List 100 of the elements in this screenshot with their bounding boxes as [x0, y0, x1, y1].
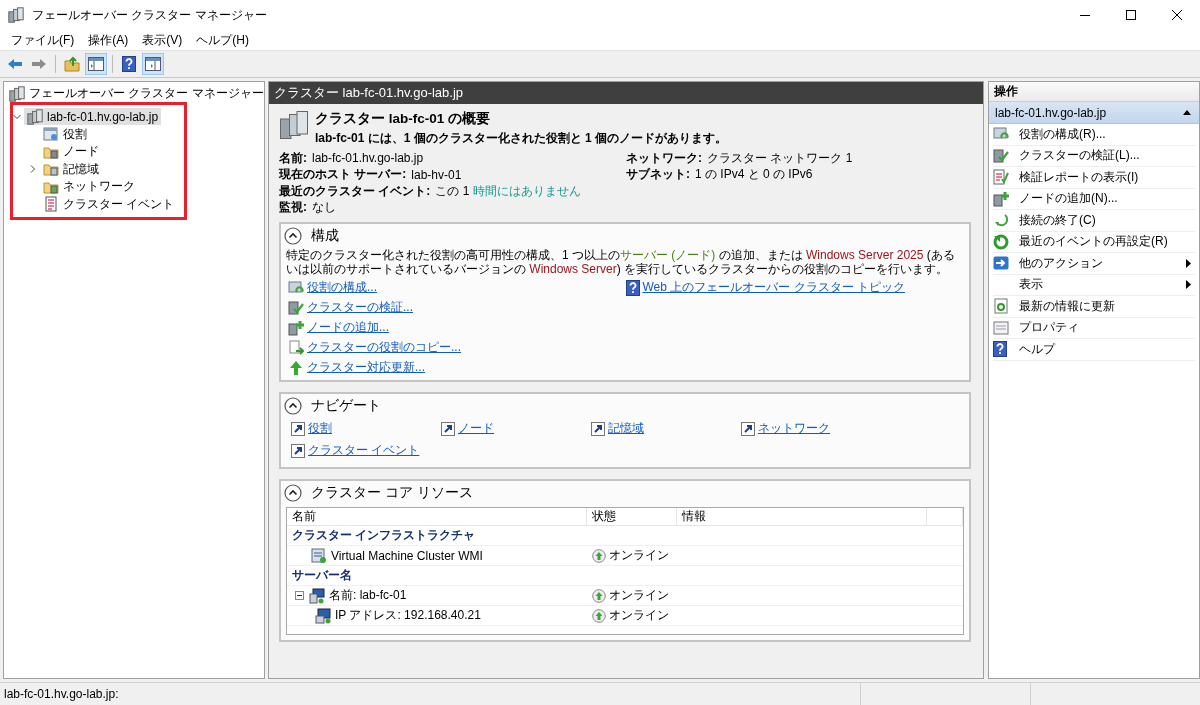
help-link[interactable]: Web 上のフェールオーバー クラスター トピック	[642, 279, 905, 296]
collapse-button[interactable]	[284, 227, 302, 245]
action-link[interactable]: クラスターの役割のコピー...	[307, 339, 461, 356]
shortcut-arrow-icon	[291, 443, 305, 458]
toolbar-button[interactable]	[85, 53, 107, 75]
status-text: lab-fc-01.hv.go-lab.jp:	[3, 687, 120, 701]
collapse-icon	[284, 484, 302, 502]
action-link[interactable]: 役割の構成...	[307, 279, 377, 296]
action-item[interactable]: プロパティ	[993, 317, 1195, 339]
arrow-up-icon	[288, 359, 304, 376]
action-item[interactable]: 検証レポートの表示(I)	[993, 167, 1195, 189]
summary-subtitle: lab-fc-01 には、1 個のクラスター化された役割と 1 個のノードがあります。	[315, 130, 728, 147]
status-text: オンライン	[609, 547, 669, 564]
online-status-icon	[592, 588, 606, 603]
field-value: この 1 時間にはありません	[435, 182, 581, 200]
minus-box-icon	[295, 590, 304, 600]
shortcut-arrow-icon	[291, 421, 305, 436]
collapse-toggle[interactable]	[1183, 110, 1191, 115]
field-value: 1 の IPv4 と 0 の IPv6	[695, 166, 813, 184]
toolbar-button[interactable]	[142, 53, 164, 75]
pane-title: 操作	[989, 82, 1199, 102]
event-log-icon	[43, 196, 59, 212]
panel-left-icon	[88, 57, 104, 71]
shortcut-arrow-icon	[591, 421, 605, 436]
close-icon	[1172, 10, 1182, 20]
chevron-right-icon	[29, 165, 37, 173]
navigate-link[interactable]: 記憶域	[608, 420, 644, 437]
folder-up-icon	[64, 56, 80, 72]
field-label: 現在のホスト サーバー:	[279, 166, 407, 184]
collapse-button[interactable]	[284, 397, 302, 415]
online-status-icon	[592, 608, 606, 623]
column-header[interactable]: 状態	[587, 508, 677, 525]
action-item[interactable]: 他のアクション	[993, 253, 1195, 275]
tree-item[interactable]: lab-fc-01.hv.go-lab.jp	[24, 108, 162, 125]
navigate-link[interactable]: クラスター イベント	[308, 442, 420, 459]
server-stack-icon	[9, 85, 25, 102]
collapse-icon	[284, 227, 302, 245]
menu-item[interactable]: ファイル(F)	[4, 31, 82, 49]
tree-item[interactable]: 役割	[40, 125, 90, 143]
collapse-icon	[284, 397, 302, 415]
tree-item[interactable]: フェールオーバー クラスター マネージャー	[6, 85, 264, 102]
action-link[interactable]: クラスターの検証...	[307, 299, 413, 316]
arrow-right-icon	[993, 255, 1009, 272]
server-stack-icon	[279, 110, 309, 140]
action-link[interactable]: クラスター対応更新...	[307, 359, 425, 376]
curved-arrow-icon	[993, 212, 1009, 229]
checkmark-server-icon	[288, 299, 304, 316]
action-item[interactable]: 最新の情報に更新	[993, 296, 1195, 318]
help-icon	[625, 279, 640, 296]
navigate-link[interactable]: ノード	[458, 420, 494, 437]
folder-icon	[43, 161, 59, 177]
action-link[interactable]: ノードの追加...	[307, 319, 389, 336]
field-label: 名前:	[279, 149, 307, 167]
action-item[interactable]: クラスターの検証(L)...	[993, 145, 1195, 167]
action-item[interactable]: 最近のイベントの再設定(R)	[993, 231, 1195, 253]
properties-icon	[993, 319, 1009, 336]
field-value: なし	[312, 199, 336, 217]
shortcut-arrow-icon	[741, 421, 755, 436]
action-item[interactable]: 表示	[993, 274, 1195, 296]
collapse-toggle[interactable]	[295, 590, 305, 601]
group-header: クラスター インフラストラクチャ	[287, 526, 963, 546]
field-value: lab-fc-01.hv.go-lab.jp	[312, 151, 424, 166]
resource-name: IP アドレス: 192.168.40.21	[335, 607, 481, 624]
field-value: クラスター ネットワーク 1	[707, 149, 853, 167]
field-value: lab-hv-01	[411, 167, 462, 182]
tree-item[interactable]: ネットワーク	[40, 178, 138, 195]
wmi-service-icon	[311, 547, 327, 564]
network-computer-icon	[315, 607, 331, 624]
action-item[interactable]: ヘルプ	[993, 339, 1195, 361]
menu-item[interactable]: ヘルプ(H)	[189, 31, 256, 49]
action-group-header[interactable]: lab-fc-01.hv.go-lab.jp	[989, 102, 1199, 124]
menu-item[interactable]: 操作(A)	[81, 31, 136, 49]
column-header[interactable]: 情報	[677, 508, 927, 525]
network-computer-icon	[309, 587, 325, 604]
menu-item[interactable]: 表示(V)	[135, 31, 190, 49]
roles-icon	[43, 126, 59, 142]
collapse-button[interactable]	[284, 484, 302, 502]
tree-item[interactable]: 記憶域	[40, 160, 102, 178]
tree-item[interactable]: クラスター イベント	[40, 195, 178, 213]
field-label: 監視:	[279, 199, 307, 217]
column-header[interactable]: 名前	[287, 508, 587, 525]
shortcut-arrow-icon	[441, 421, 455, 436]
report-icon	[993, 169, 1009, 186]
pane-header: クラスター lab-fc-01.hv.go-lab.jp	[269, 82, 983, 104]
navigate-link[interactable]: ネットワーク	[758, 420, 830, 437]
triangle-up-icon	[1183, 110, 1191, 115]
action-item[interactable]: 接続の終了(C)	[993, 210, 1195, 232]
action-item[interactable]: 役割の構成(R)...	[993, 124, 1195, 146]
action-item[interactable]: ノードの追加(N)...	[993, 188, 1195, 210]
panel-right-icon	[145, 57, 161, 71]
help-icon	[122, 56, 136, 72]
description-text: 特定のクラスター化された役割の高可用性の構成、1 つ以上のサーバー (ノード) の追加、または Windows Server 2025 (あるいは以前のサポートされているバージョンの Windows Server) を実行しているクラスターからの役割のコピーを行います。	[285, 248, 956, 276]
section-title: クラスター コア リソース	[311, 484, 473, 502]
forward-arrow-icon	[31, 58, 47, 70]
resource-name: 名前: lab-fc-01	[329, 587, 407, 604]
chevron-down-icon	[13, 112, 21, 121]
field-label: 最近のクラスター イベント:	[279, 182, 431, 200]
tree-item[interactable]: ノード	[40, 143, 102, 160]
maximize-icon	[1126, 10, 1136, 20]
navigate-link[interactable]: 役割	[308, 420, 332, 437]
